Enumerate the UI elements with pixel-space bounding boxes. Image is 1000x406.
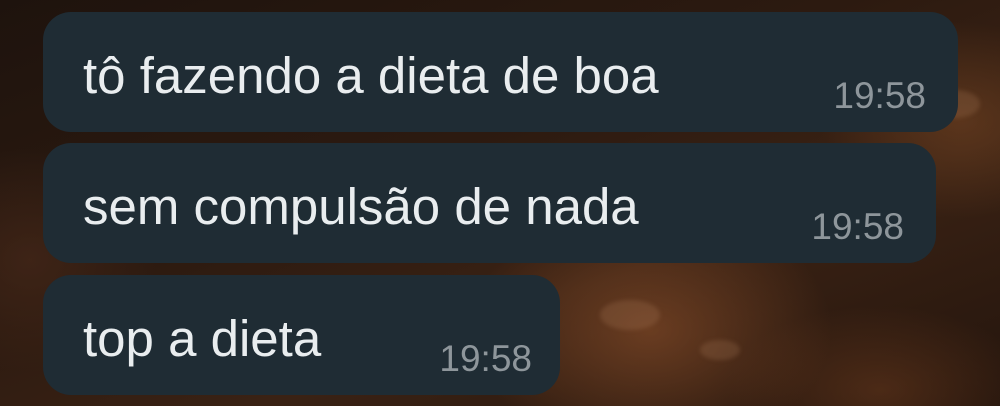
message-text: sem compulsão de nada bbox=[83, 178, 639, 235]
incoming-message-bubble[interactable]: sem compulsão de nada 19:58 bbox=[43, 143, 936, 263]
incoming-message-bubble[interactable]: tô fazendo a dieta de boa 19:58 bbox=[43, 12, 958, 132]
incoming-message-bubble[interactable]: top a dieta 19:58 bbox=[43, 275, 560, 395]
message-text: tô fazendo a dieta de boa bbox=[83, 47, 659, 104]
message-timestamp: 19:58 bbox=[439, 338, 532, 379]
message-list: tô fazendo a dieta de boa 19:58 sem comp… bbox=[0, 0, 1000, 406]
message-timestamp: 19:58 bbox=[833, 75, 926, 116]
message-text: top a dieta bbox=[83, 310, 322, 367]
message-timestamp: 19:58 bbox=[811, 206, 904, 247]
